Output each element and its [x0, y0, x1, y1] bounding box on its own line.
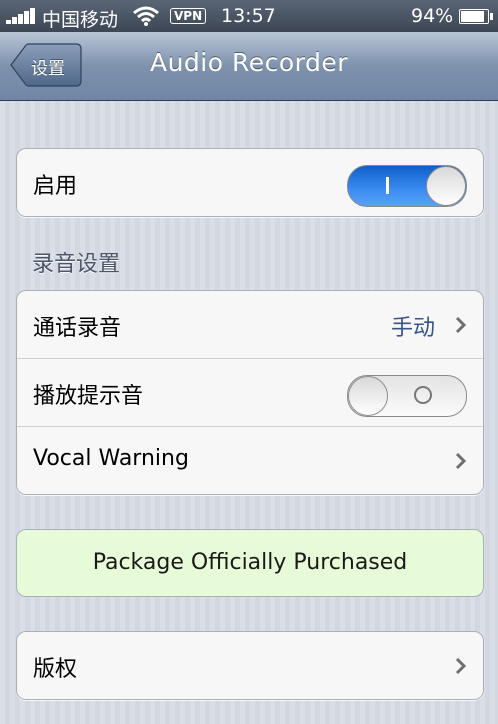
battery-icon	[459, 9, 493, 24]
chevron-right-icon	[455, 316, 467, 334]
toggle-knob	[348, 376, 388, 416]
play-prompt-sound-row: 播放提示音	[17, 358, 483, 426]
copyright-row[interactable]: 版权	[17, 632, 483, 699]
copyright-group: 版权	[16, 631, 484, 700]
play-prompt-sound-label: 播放提示音	[33, 384, 144, 409]
toggle-on-icon	[386, 177, 389, 194]
battery-percentage: 94%	[411, 5, 454, 27]
purchase-status-text: Package Officially Purchased	[92, 550, 408, 575]
call-recording-label: 通话录音	[33, 316, 122, 341]
vocal-warning-label: Vocal Warning	[33, 446, 189, 471]
copyright-label: 版权	[33, 657, 78, 682]
vocal-warning-row[interactable]: Vocal Warning	[17, 426, 483, 494]
section-header-recording: 录音设置	[32, 252, 121, 277]
wifi-icon	[133, 6, 159, 26]
call-recording-value: 手动	[390, 316, 435, 341]
call-recording-row[interactable]: 通话录音 手动	[17, 291, 483, 358]
chevron-right-icon	[455, 657, 467, 675]
signal-strength-icon	[6, 8, 38, 24]
recording-settings-group: 通话录音 手动 播放提示音 Vocal Warning	[16, 290, 484, 495]
back-button-label: 设置	[31, 59, 65, 79]
enable-row: 启用	[17, 149, 483, 216]
chevron-right-icon	[455, 452, 467, 470]
toggle-knob	[426, 166, 466, 206]
status-bar: 中国移动 VPN 13:57 94%	[0, 0, 498, 32]
clock: 13:57	[221, 5, 276, 27]
navigation-bar: 设置 Audio Recorder	[0, 32, 498, 101]
enable-label: 启用	[33, 174, 78, 199]
toggle-off-icon	[414, 386, 432, 404]
enable-toggle[interactable]	[347, 165, 467, 207]
play-prompt-sound-toggle[interactable]	[347, 375, 467, 417]
back-button[interactable]: 设置	[10, 43, 82, 87]
purchase-status-banner: Package Officially Purchased	[16, 529, 484, 597]
vpn-badge: VPN	[170, 8, 207, 24]
page-title: Audio Recorder	[149, 48, 349, 77]
enable-group: 启用	[16, 148, 484, 217]
carrier-name: 中国移动	[42, 9, 119, 31]
